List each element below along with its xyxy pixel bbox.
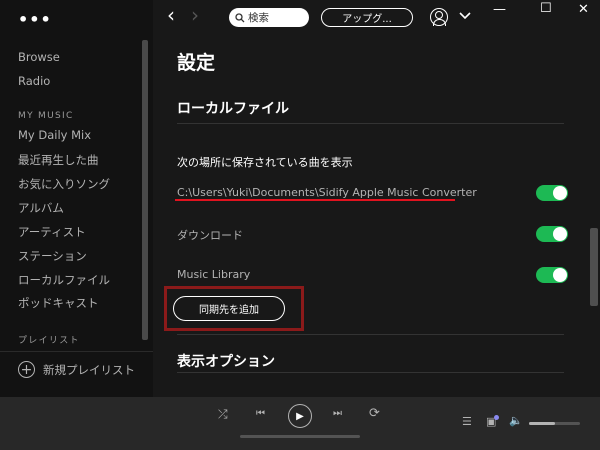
minimize-icon[interactable]: — xyxy=(493,2,506,17)
previous-icon[interactable]: ⏮ xyxy=(256,408,265,419)
source-path-label: C:\Users\Yuki\Documents\Sidify Apple Mus… xyxy=(177,186,477,199)
upgrade-button[interactable]: アップグ... xyxy=(321,8,413,27)
downloads-toggle[interactable] xyxy=(536,226,568,242)
queue-icon[interactable]: ☰ xyxy=(462,415,472,428)
play-button[interactable]: ▶ xyxy=(288,404,312,428)
volume-fill xyxy=(529,422,555,425)
playlist-heading: プレイリスト xyxy=(18,336,80,346)
search-input[interactable] xyxy=(248,11,303,24)
divider xyxy=(177,372,564,373)
sidebar-item-local-files[interactable]: ローカルファイル xyxy=(18,272,110,288)
display-options-heading: 表示オプション xyxy=(177,354,275,370)
search-icon xyxy=(235,12,245,22)
progress-bar[interactable] xyxy=(240,435,360,438)
maximize-icon[interactable]: ☐ xyxy=(540,1,552,16)
sidebar-item-stations[interactable]: ステーション xyxy=(18,248,87,264)
menu-dots-icon[interactable]: ••• xyxy=(18,10,52,29)
highlight-underline xyxy=(175,199,455,201)
sidebar-item-daily-mix[interactable]: My Daily Mix xyxy=(18,128,91,142)
sidebar-scrollbar[interactable] xyxy=(142,40,148,340)
repeat-icon[interactable]: ⟳ xyxy=(369,406,380,421)
divider xyxy=(177,334,564,335)
player-bar: ⤮ ⏮ ▶ ⏭ ⟳ ☰ ▣ 🔈 xyxy=(0,397,600,450)
user-avatar-icon[interactable] xyxy=(430,8,448,26)
toggle-knob xyxy=(553,227,567,241)
sidebar-item-browse[interactable]: Browse xyxy=(18,50,60,64)
volume-slider[interactable] xyxy=(529,422,580,425)
chevron-down-icon[interactable] xyxy=(459,9,471,23)
sidebar-divider xyxy=(0,351,153,352)
sidebar-item-recently-played[interactable]: 最近再生した曲 xyxy=(18,152,99,168)
sidebar-item-albums[interactable]: アルバム xyxy=(18,200,64,216)
music-library-label: Music Library xyxy=(177,268,251,281)
local-files-heading: ローカルファイル xyxy=(177,101,289,117)
divider xyxy=(177,123,564,124)
settings-page: 設定 ローカルファイル 次の場所に保存されている曲を表示 C:\Users\Yu… xyxy=(153,34,600,397)
next-icon[interactable]: ⏭ xyxy=(333,408,342,419)
show-songs-label: 次の場所に保存されている曲を表示 xyxy=(177,156,353,169)
toggle-knob xyxy=(553,268,567,282)
sidebar-item-podcasts[interactable]: ポッドキャスト xyxy=(18,295,99,311)
volume-icon[interactable]: 🔈 xyxy=(509,414,523,427)
plus-icon: + xyxy=(18,361,35,378)
device-indicator xyxy=(494,415,499,420)
search-box[interactable] xyxy=(229,8,309,27)
main-scrollbar[interactable] xyxy=(590,228,598,306)
sidebar: ••• Browse Radio MY MUSIC My Daily Mix 最… xyxy=(0,0,153,397)
my-music-heading: MY MUSIC xyxy=(18,111,74,121)
sidebar-item-artists[interactable]: アーティスト xyxy=(18,224,86,240)
page-title: 設定 xyxy=(177,52,216,74)
close-icon[interactable]: ✕ xyxy=(578,2,589,17)
shuffle-icon[interactable]: ⤮ xyxy=(218,407,228,422)
toggle-knob xyxy=(553,186,567,200)
source-path-toggle[interactable] xyxy=(536,185,568,201)
new-playlist-label: 新規プレイリスト xyxy=(43,362,135,377)
play-icon: ▶ xyxy=(296,410,304,422)
add-source-button[interactable]: 同期先を追加 xyxy=(173,296,285,321)
back-arrow-icon[interactable]: ‹ xyxy=(167,3,175,27)
forward-arrow-icon[interactable]: › xyxy=(191,3,199,27)
music-library-toggle[interactable] xyxy=(536,267,568,283)
downloads-label: ダウンロード xyxy=(177,229,243,242)
new-playlist-button[interactable]: + 新規プレイリスト xyxy=(18,361,135,378)
sidebar-item-liked-songs[interactable]: お気に入りソング xyxy=(18,176,110,192)
top-bar: ‹ › アップグ... — ☐ ✕ xyxy=(153,0,600,34)
sidebar-item-radio[interactable]: Radio xyxy=(18,74,50,88)
